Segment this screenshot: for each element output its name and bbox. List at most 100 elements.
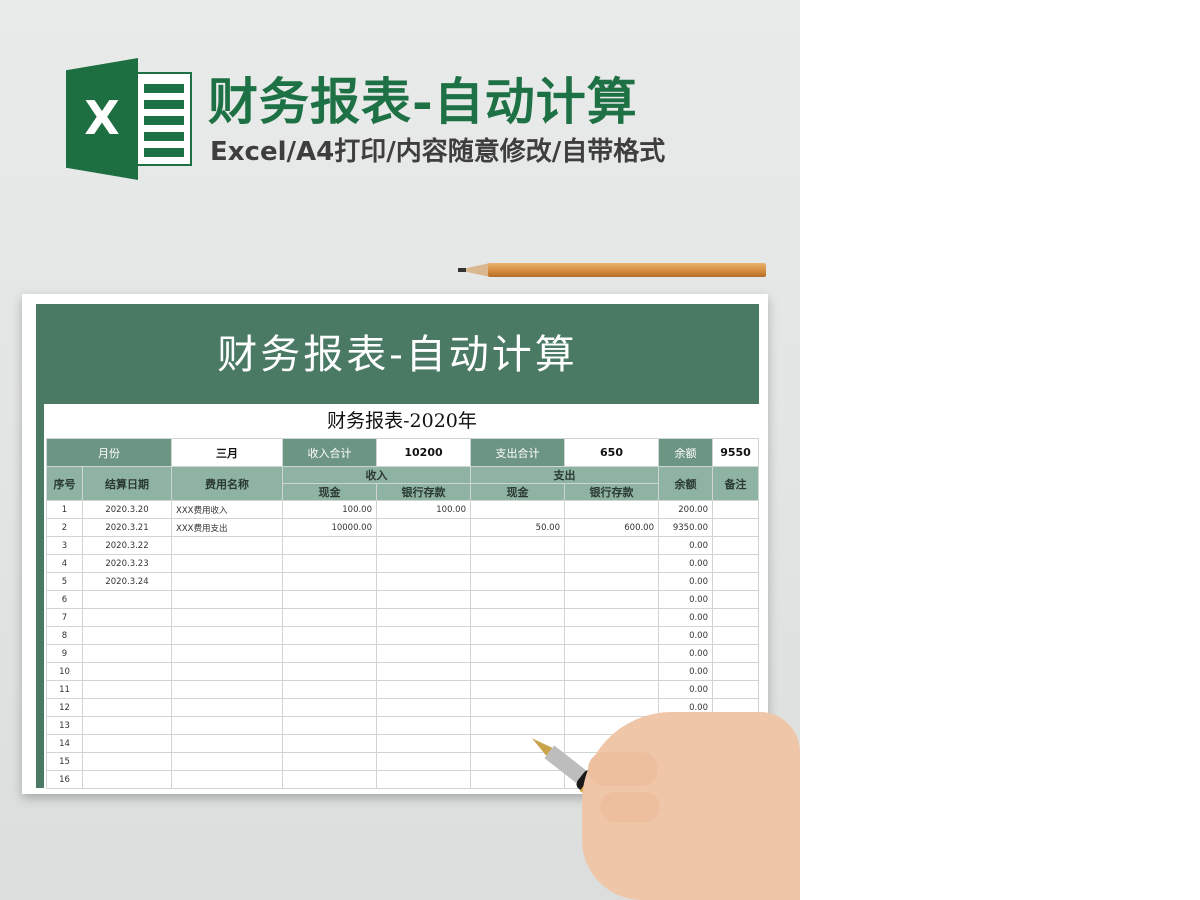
cell-income-bank[interactable] (376, 698, 471, 717)
cell-item[interactable] (171, 680, 283, 699)
cell-income-bank[interactable] (376, 662, 471, 681)
cell-expense-cash[interactable] (470, 590, 565, 609)
cell-expense-bank[interactable]: 600.00 (564, 518, 659, 537)
cell-seq[interactable]: 1 (46, 500, 83, 519)
cell-balance[interactable]: 0.00 (658, 644, 713, 663)
cell-note[interactable] (712, 680, 759, 699)
cell-expense-bank[interactable] (564, 608, 659, 627)
cell-item[interactable] (171, 626, 283, 645)
cell-income-bank[interactable] (376, 590, 471, 609)
cell-income-bank[interactable]: 100.00 (376, 500, 471, 519)
cell-income-cash[interactable] (282, 680, 377, 699)
cell-income-cash[interactable] (282, 626, 377, 645)
cell-date[interactable]: 2020.3.22 (82, 536, 172, 555)
cell-date[interactable] (82, 662, 172, 681)
cell-item[interactable] (171, 698, 283, 717)
cell-income-cash[interactable] (282, 698, 377, 717)
cell-income-cash[interactable] (282, 752, 377, 771)
cell-expense-bank[interactable] (564, 680, 659, 699)
cell-note[interactable] (712, 500, 759, 519)
cell-expense-cash[interactable] (470, 608, 565, 627)
cell-income-cash[interactable] (282, 770, 377, 789)
cell-balance[interactable]: 0.00 (658, 608, 713, 627)
cell-income-bank[interactable] (376, 626, 471, 645)
cell-expense-cash[interactable] (470, 698, 565, 717)
cell-item[interactable] (171, 554, 283, 573)
cell-seq[interactable]: 3 (46, 536, 83, 555)
cell-income-cash[interactable] (282, 662, 377, 681)
cell-seq[interactable]: 6 (46, 590, 83, 609)
cell-item[interactable] (171, 644, 283, 663)
cell-note[interactable] (712, 518, 759, 537)
cell-expense-bank[interactable] (564, 536, 659, 555)
cell-expense-cash[interactable] (470, 644, 565, 663)
cell-item[interactable] (171, 608, 283, 627)
cell-expense-cash[interactable] (470, 572, 565, 591)
cell-income-bank[interactable] (376, 644, 471, 663)
cell-expense-cash[interactable] (470, 626, 565, 645)
cell-item[interactable] (171, 734, 283, 753)
cell-date[interactable]: 2020.3.20 (82, 500, 172, 519)
cell-date[interactable] (82, 680, 172, 699)
cell-income-cash[interactable] (282, 536, 377, 555)
cell-item[interactable] (171, 716, 283, 735)
cell-date[interactable] (82, 716, 172, 735)
cell-note[interactable] (712, 590, 759, 609)
cell-expense-bank[interactable] (564, 626, 659, 645)
cell-note[interactable] (712, 662, 759, 681)
cell-seq[interactable]: 10 (46, 662, 83, 681)
cell-balance[interactable]: 0.00 (658, 572, 713, 591)
cell-date[interactable]: 2020.3.23 (82, 554, 172, 573)
cell-income-bank[interactable] (376, 716, 471, 735)
cell-balance[interactable]: 0.00 (658, 662, 713, 681)
cell-date[interactable] (82, 626, 172, 645)
cell-expense-bank[interactable] (564, 698, 659, 717)
cell-item[interactable] (171, 770, 283, 789)
cell-date[interactable] (82, 734, 172, 753)
income-total-value[interactable]: 10200 (376, 438, 471, 467)
cell-income-bank[interactable] (376, 572, 471, 591)
cell-expense-bank[interactable] (564, 590, 659, 609)
cell-item[interactable] (171, 536, 283, 555)
balance-value[interactable]: 9550 (712, 438, 759, 467)
cell-balance[interactable]: 0.00 (658, 554, 713, 573)
cell-expense-cash[interactable]: 50.00 (470, 518, 565, 537)
cell-note[interactable] (712, 626, 759, 645)
cell-item[interactable]: XXX费用收入 (171, 500, 283, 519)
cell-income-cash[interactable]: 100.00 (282, 500, 377, 519)
cell-note[interactable] (712, 608, 759, 627)
cell-income-cash[interactable] (282, 590, 377, 609)
cell-date[interactable]: 2020.3.24 (82, 572, 172, 591)
cell-income-bank[interactable] (376, 536, 471, 555)
cell-seq[interactable]: 9 (46, 644, 83, 663)
cell-balance[interactable]: 0.00 (658, 536, 713, 555)
cell-balance[interactable]: 0.00 (658, 590, 713, 609)
cell-seq[interactable]: 14 (46, 734, 83, 753)
cell-income-cash[interactable] (282, 644, 377, 663)
cell-income-cash[interactable]: 10000.00 (282, 518, 377, 537)
cell-date[interactable] (82, 644, 172, 663)
cell-note[interactable] (712, 644, 759, 663)
cell-expense-cash[interactable] (470, 662, 565, 681)
cell-balance[interactable]: 200.00 (658, 500, 713, 519)
expense-total-value[interactable]: 650 (564, 438, 659, 467)
cell-expense-cash[interactable] (470, 680, 565, 699)
cell-date[interactable] (82, 770, 172, 789)
cell-date[interactable] (82, 752, 172, 771)
cell-seq[interactable]: 5 (46, 572, 83, 591)
cell-income-bank[interactable] (376, 554, 471, 573)
cell-expense-cash[interactable] (470, 500, 565, 519)
cell-seq[interactable]: 13 (46, 716, 83, 735)
cell-date[interactable] (82, 608, 172, 627)
cell-expense-cash[interactable] (470, 536, 565, 555)
cell-expense-bank[interactable] (564, 572, 659, 591)
cell-seq[interactable]: 16 (46, 770, 83, 789)
cell-seq[interactable]: 8 (46, 626, 83, 645)
cell-income-cash[interactable] (282, 554, 377, 573)
cell-expense-bank[interactable] (564, 554, 659, 573)
month-value[interactable]: 三月 (171, 438, 283, 467)
cell-item[interactable] (171, 752, 283, 771)
cell-income-bank[interactable] (376, 518, 471, 537)
cell-seq[interactable]: 7 (46, 608, 83, 627)
cell-note[interactable] (712, 572, 759, 591)
